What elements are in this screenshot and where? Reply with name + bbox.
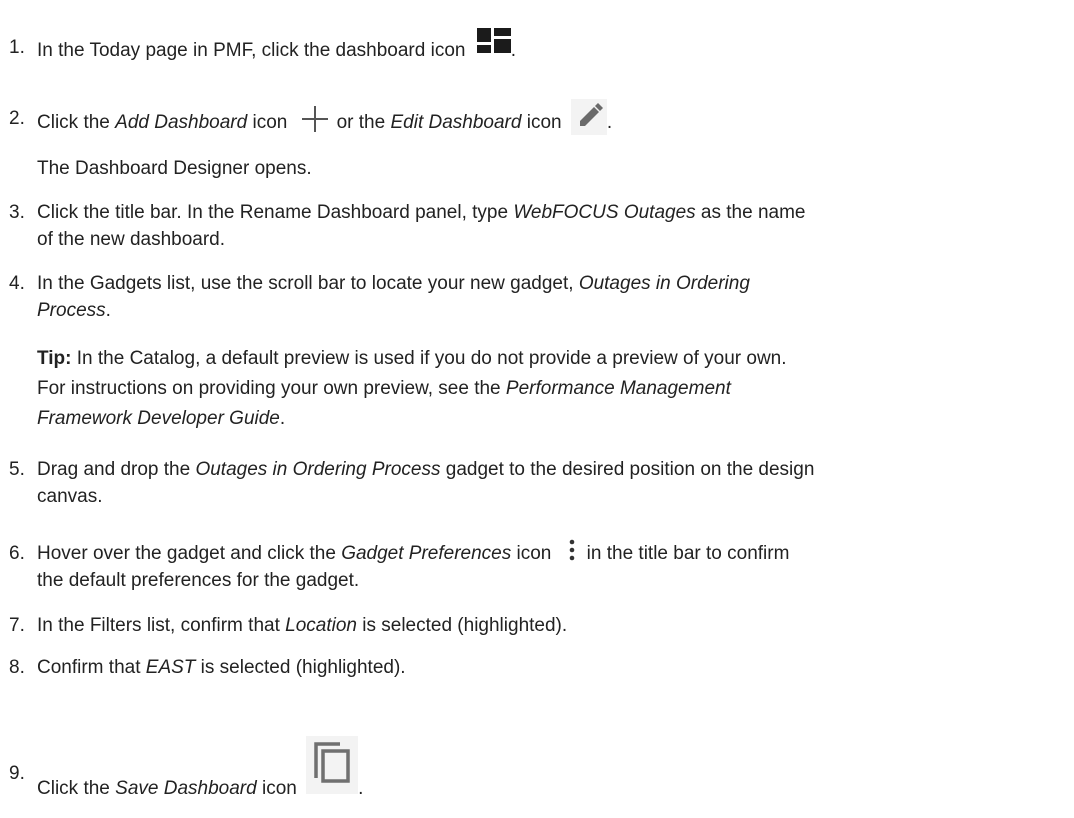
step-number: 1.: [9, 37, 25, 58]
step-number: 7.: [9, 615, 25, 636]
step-text: Drag and drop the Outages in Ordering Pr…: [37, 459, 815, 507]
step-text: Hover over the gadget and click the Gadg…: [37, 537, 1057, 594]
step-7: 7. In the Filters list, confirm that Loc…: [0, 612, 1074, 642]
save-dashboard-icon: [306, 736, 359, 794]
step-number: 4.: [9, 273, 25, 294]
step-number: 5.: [9, 459, 25, 480]
step-8: 8. Confirm that EAST is selected (highli…: [0, 654, 1074, 684]
dashboard-icon: [476, 26, 511, 60]
edit-dashboard-icon: [570, 99, 607, 135]
step-text: In the Today page in PMF, click the dash…: [37, 28, 1057, 68]
step-text: Click the Add Dashboard icon or the Edit…: [37, 99, 1057, 141]
step-text: Confirm that EAST is selected (highlight…: [37, 657, 406, 678]
step-text: Click the title bar. In the Rename Dashb…: [37, 202, 806, 250]
tip-label: Tip:: [37, 348, 72, 369]
step-4: 4. In the Gadgets list, use the scroll b…: [0, 270, 1074, 326]
step-number: 2.: [9, 108, 25, 129]
step-text: In the Gadgets list, use the scroll bar …: [37, 273, 750, 321]
step-number: 9.: [9, 763, 25, 784]
designer-opens-note: The Dashboard Designer opens.: [37, 158, 312, 179]
gadget-preferences-icon: [561, 537, 583, 563]
step-5: 5. Drag and drop the Outages in Ordering…: [0, 456, 1074, 512]
step-number: 3.: [9, 202, 25, 223]
add-dashboard-icon: [299, 103, 331, 135]
step-number: 6.: [9, 543, 25, 564]
step-number: 8.: [9, 657, 25, 678]
step-3: 3. Click the title bar. In the Rename Da…: [0, 199, 1074, 255]
step-text: In the Filters list, confirm that Locati…: [37, 615, 568, 636]
step-1: 1. In the Today page in PMF, click the d…: [0, 21, 1074, 71]
step-9: 9. Click the Save Dashboard icon .: [0, 710, 1074, 799]
step-6: 6. Hover over the gadget and click the G…: [0, 537, 1074, 596]
step-text: Click the Save Dashboard icon .: [37, 736, 1057, 818]
tip-note: Tip: In the Catalog, a default preview i…: [37, 348, 787, 429]
step-2: 2. Click the Add Dashboard icon or the E…: [0, 97, 1074, 139]
